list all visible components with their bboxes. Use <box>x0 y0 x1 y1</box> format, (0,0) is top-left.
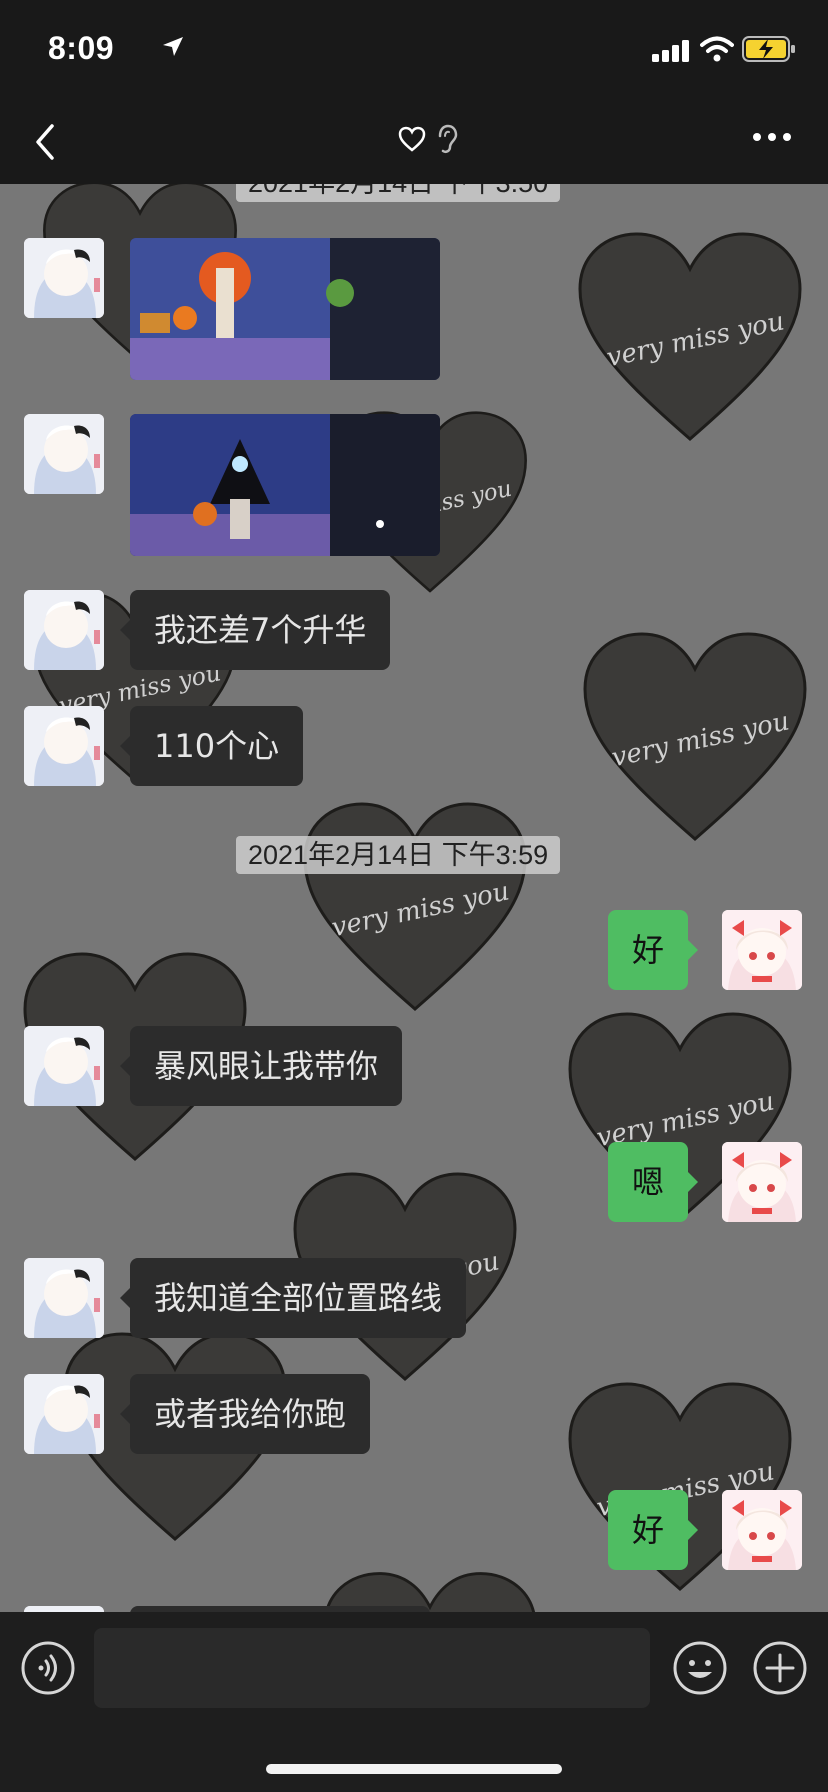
chevron-left-icon[interactable] <box>30 120 60 164</box>
wallpaper-heart-icon: very miss you <box>578 232 802 441</box>
ear-icon <box>438 124 458 154</box>
signal-bars-icon <box>652 40 689 62</box>
chat-message-area[interactable]: very miss you very miss you very miss yo… <box>0 184 828 1612</box>
friend-avatar[interactable] <box>24 1026 104 1106</box>
location-arrow-icon <box>163 37 183 56</box>
home-indicator[interactable] <box>266 1764 562 1774</box>
timestamp: 2021年2月14日 下午3:59 <box>236 836 561 874</box>
incoming-message-bubble[interactable]: 我还差7个升华 <box>119 590 391 670</box>
image-message[interactable] <box>130 238 440 380</box>
emoji-icon[interactable] <box>672 1640 728 1696</box>
friend-avatar[interactable] <box>24 1258 104 1338</box>
more-dots-icon[interactable] <box>752 130 792 144</box>
incoming-message-bubble[interactable]: 或者我给你跑 <box>119 1374 371 1454</box>
friend-avatar[interactable] <box>24 706 104 786</box>
plus-circle-icon[interactable] <box>752 1640 808 1696</box>
outgoing-message-bubble[interactable]: 好 <box>608 1490 699 1570</box>
friend-avatar[interactable] <box>24 414 104 494</box>
incoming-message-bubble[interactable]: 我知道全部位置路线 <box>119 1258 467 1338</box>
battery-charging-icon <box>742 36 795 62</box>
incoming-message-bubble[interactable]: 暴风眼让我带你 <box>119 1026 403 1106</box>
wallpaper-heart-icon <box>325 1572 535 1612</box>
friend-avatar[interactable] <box>24 590 104 670</box>
wallpaper-heart-icon: very miss you <box>583 632 807 841</box>
timestamp: 2021年2月14日 下午3:50 <box>236 184 561 202</box>
my-avatar[interactable] <box>722 910 802 990</box>
friend-avatar[interactable] <box>24 238 104 318</box>
wechat-chat-screen: 8:09 very miss you you very miss you ver… <box>0 0 828 1792</box>
outgoing-message-bubble[interactable]: 好 <box>608 910 699 990</box>
incoming-message-bubble[interactable]: 110个心 <box>119 706 304 786</box>
wallpaper-heart-icon: very miss you <box>303 802 527 1011</box>
my-avatar[interactable] <box>722 1490 802 1570</box>
heart-outline-icon <box>398 126 426 152</box>
status-bar: 8:09 <box>0 0 828 100</box>
wifi-icon <box>700 36 734 62</box>
image-message[interactable] <box>130 414 440 556</box>
my-avatar[interactable] <box>722 1142 802 1222</box>
outgoing-message-bubble[interactable]: 嗯 <box>608 1142 699 1222</box>
message-input[interactable] <box>94 1628 650 1708</box>
friend-avatar[interactable] <box>24 1374 104 1454</box>
voice-input-icon[interactable] <box>20 1640 76 1696</box>
status-time: 8:09 <box>48 30 115 66</box>
